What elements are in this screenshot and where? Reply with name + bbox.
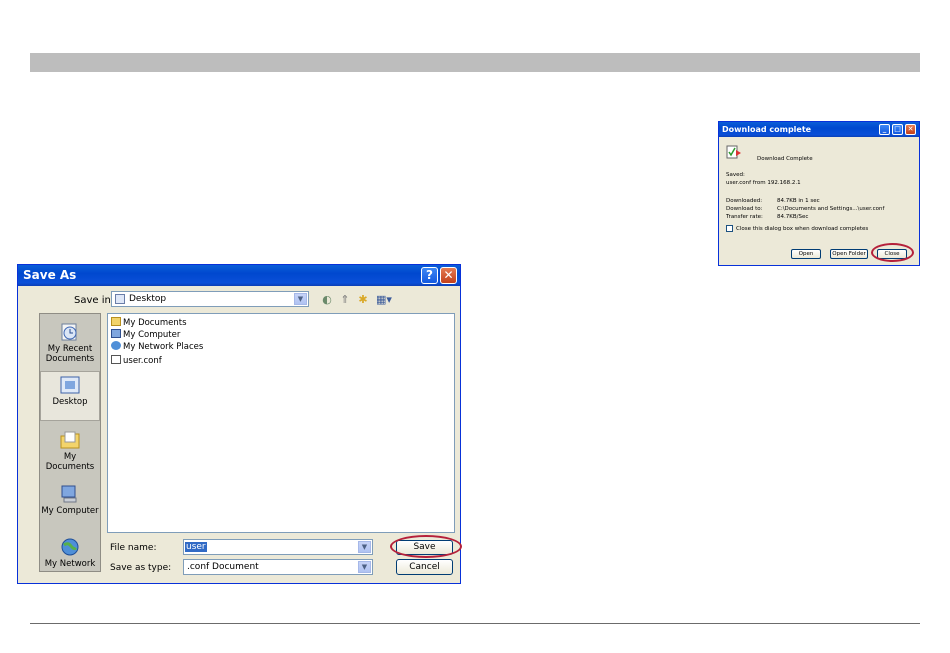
list-item[interactable]: My Network Places — [111, 341, 203, 353]
save-in-value: Desktop — [129, 294, 167, 304]
download-to-label: Download to: — [726, 206, 763, 212]
close-icon[interactable]: ✕ — [905, 124, 916, 135]
downloaded-label: Downloaded: — [726, 198, 763, 204]
save-in-label: Save in: — [74, 295, 115, 306]
download-to-value: C:\Documents and Settings...\user.conf — [777, 206, 885, 212]
new-folder-icon[interactable]: ✱ — [356, 293, 370, 307]
chevron-down-icon[interactable]: ▼ — [358, 541, 371, 553]
places-bar: My Recent Documents Desktop My Documents… — [39, 313, 101, 572]
save-in-combo[interactable]: Desktop ▼ — [111, 291, 309, 307]
saved-value: user.conf from 192.168.2.1 — [726, 180, 801, 186]
close-highlight-ring — [871, 243, 914, 262]
place-label: My Documents — [45, 452, 95, 472]
transfer-rate-label: Transfer rate: — [726, 214, 763, 220]
file-name-value: user — [185, 542, 207, 552]
close-button[interactable]: ✕ — [440, 267, 457, 284]
file-name-label: File name: — [110, 543, 157, 553]
chevron-down-icon[interactable]: ▼ — [358, 561, 371, 573]
footer-line — [30, 623, 920, 624]
maximize-icon[interactable]: □ — [892, 124, 903, 135]
place-my-network[interactable]: My Network — [40, 537, 100, 569]
list-item[interactable]: My Computer — [111, 329, 180, 341]
place-label: Desktop — [52, 397, 88, 407]
save-as-type-label: Save as type: — [110, 563, 172, 573]
place-recent-documents[interactable]: My Recent Documents — [40, 322, 100, 364]
place-my-computer[interactable]: My Computer — [40, 484, 100, 516]
computer-icon — [111, 329, 121, 338]
close-when-done-checkbox[interactable] — [726, 225, 733, 232]
file-icon — [111, 355, 121, 364]
download-complete-icon — [726, 144, 742, 164]
up-folder-icon[interactable]: ⇑ — [338, 293, 352, 307]
open-button[interactable]: Open — [791, 249, 821, 259]
my-network-icon — [59, 537, 81, 557]
save-highlight-ring — [390, 535, 462, 558]
back-icon[interactable]: ◐ — [320, 293, 334, 307]
chevron-down-icon[interactable]: ▼ — [294, 293, 307, 305]
download-title: Download complete — [722, 125, 812, 134]
view-menu-icon[interactable]: ▦▾ — [374, 293, 394, 307]
downloaded-value: 84.7KB in 1 sec — [777, 198, 820, 204]
save-as-dialog: Save As ? ✕ Save in: Desktop ▼ ◐ ⇑ ✱ ▦▾ … — [17, 264, 462, 584]
open-folder-button[interactable]: Open Folder — [830, 249, 868, 259]
desktop-small-icon — [115, 294, 125, 304]
list-item[interactable]: user.conf — [111, 355, 162, 367]
saved-label: Saved: — [726, 172, 745, 178]
my-computer-icon — [59, 484, 81, 504]
cancel-button[interactable]: Cancel — [396, 559, 453, 575]
download-heading: Download Complete — [757, 156, 813, 162]
place-label: My Computer — [41, 506, 99, 516]
my-documents-icon — [59, 430, 81, 450]
recent-documents-icon — [59, 322, 81, 342]
save-as-type-select[interactable]: .conf Document ▼ — [183, 559, 373, 575]
place-label: My Recent Documents — [45, 344, 95, 364]
header-bar — [30, 53, 920, 72]
place-label: My Network — [44, 559, 96, 569]
place-desktop[interactable]: Desktop — [40, 371, 100, 421]
desktop-icon — [59, 375, 81, 395]
file-name-input[interactable]: user ▼ — [183, 539, 373, 555]
file-list[interactable]: My Documents My Computer My Network Plac… — [107, 313, 455, 533]
network-icon — [111, 341, 121, 350]
transfer-rate-value: 84.7KB/Sec — [777, 214, 809, 220]
help-button[interactable]: ? — [421, 267, 438, 284]
list-item[interactable]: My Documents — [111, 317, 187, 329]
save-as-title-bar: Save As ? ✕ — [18, 265, 460, 286]
download-complete-dialog: Download complete _ □ ✕ Download Complet… — [718, 121, 920, 266]
save-as-title: Save As — [23, 268, 77, 282]
save-as-type-value: .conf Document — [187, 562, 259, 572]
download-title-bar: Download complete _ □ ✕ — [719, 122, 919, 137]
folder-icon — [111, 317, 121, 326]
close-when-done-label: Close this dialog box when download comp… — [736, 226, 869, 232]
place-my-documents[interactable]: My Documents — [40, 430, 100, 472]
minimize-icon[interactable]: _ — [879, 124, 890, 135]
